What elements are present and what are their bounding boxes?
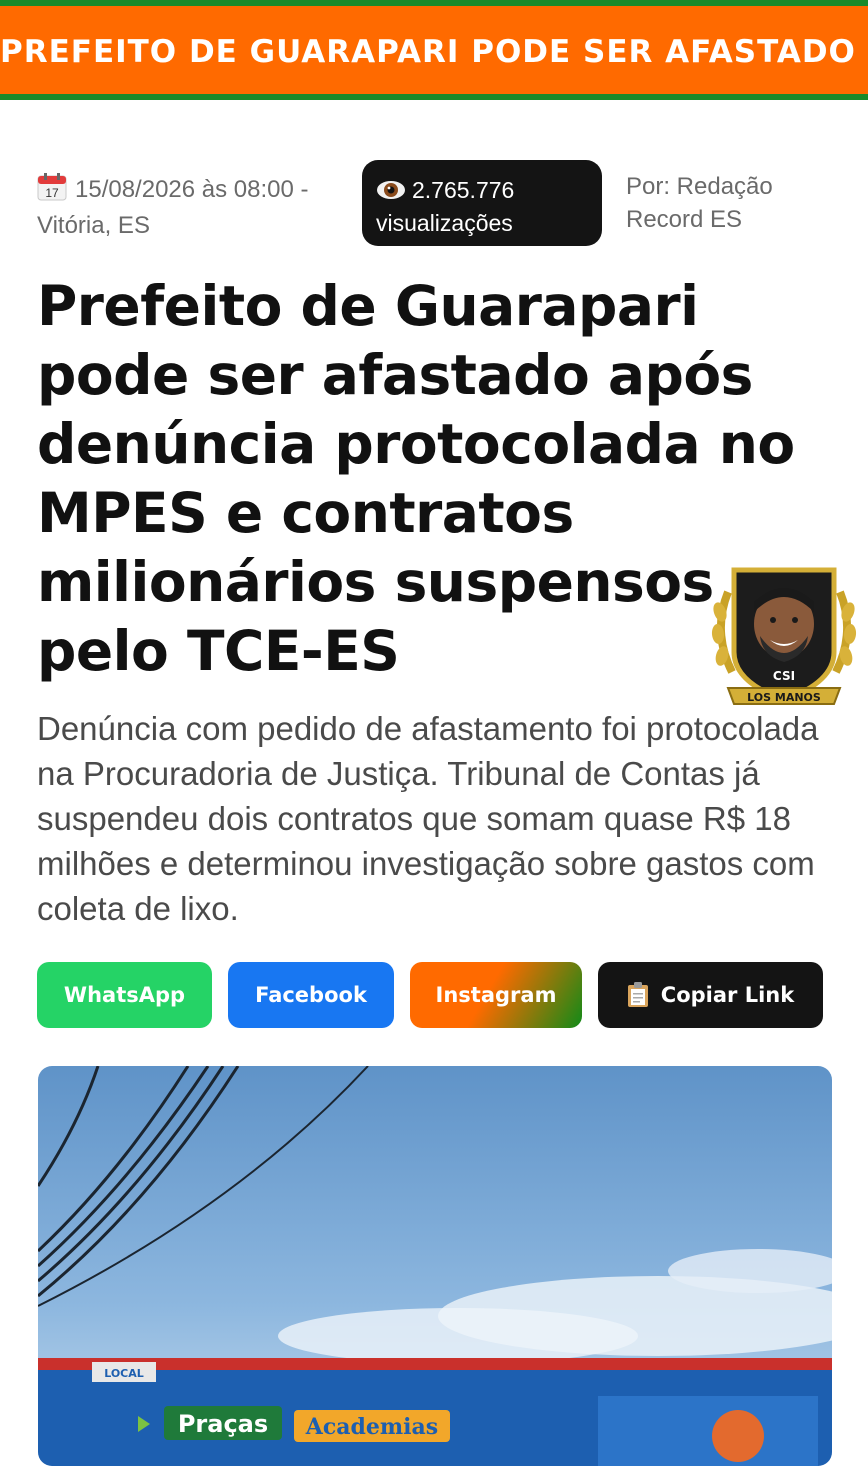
csi-los-manos-logo: CSI LOS MANOS bbox=[711, 567, 857, 705]
date-text: 15/08/2026 às 08:00 - bbox=[75, 176, 309, 203]
views-label: visualizações bbox=[376, 210, 513, 236]
calendar-icon: 17 bbox=[37, 173, 67, 201]
breaking-news-ticker[interactable]: PREFEITO DE GUARAPARI PODE SER AFASTADO … bbox=[0, 0, 868, 100]
badge-ribbon-text: LOS MANOS bbox=[747, 691, 821, 704]
author-byline: Por: Redação Record ES bbox=[626, 170, 846, 236]
clipboard-icon bbox=[627, 982, 648, 1007]
billboard-word-2: Academias bbox=[305, 1414, 438, 1440]
calendar-day: 17 bbox=[45, 186, 59, 200]
share-facebook-button[interactable]: Facebook bbox=[228, 962, 394, 1028]
ticker-text: PREFEITO DE GUARAPARI PODE SER AFASTADO … bbox=[0, 34, 868, 70]
author-line-1: Por: Redação bbox=[626, 173, 773, 200]
billboard-word-1: Praças bbox=[178, 1410, 268, 1438]
share-instagram-button[interactable]: Instagram bbox=[410, 962, 582, 1028]
author-line-2: Record ES bbox=[626, 206, 743, 233]
copy-link-label: Copiar Link bbox=[660, 983, 795, 1007]
article-photo[interactable]: LOCAL Praças Academias bbox=[38, 1066, 832, 1466]
views-badge: 2.765.776 visualizações bbox=[362, 160, 602, 246]
share-facebook-label: Facebook bbox=[255, 983, 367, 1007]
share-instagram-label: Instagram bbox=[435, 983, 557, 1007]
article-subtitle: Denúncia com pedido de afastamento foi p… bbox=[37, 710, 819, 927]
share-whatsapp-button[interactable]: WhatsApp bbox=[37, 962, 212, 1028]
location-text: Vitória, ES bbox=[37, 212, 150, 239]
eye-icon bbox=[377, 181, 405, 199]
views-count: 2.765.776 bbox=[412, 177, 515, 203]
badge-top-text: CSI bbox=[773, 669, 795, 683]
article-photo-scene: LOCAL Praças Academias bbox=[38, 1066, 832, 1466]
billboard-tag: LOCAL bbox=[104, 1367, 144, 1380]
share-whatsapp-label: WhatsApp bbox=[63, 983, 186, 1007]
article-date: 17 15/08/2026 às 08:00 - Vitória, ES bbox=[37, 172, 357, 244]
copy-link-button[interactable]: Copiar Link bbox=[598, 962, 823, 1028]
